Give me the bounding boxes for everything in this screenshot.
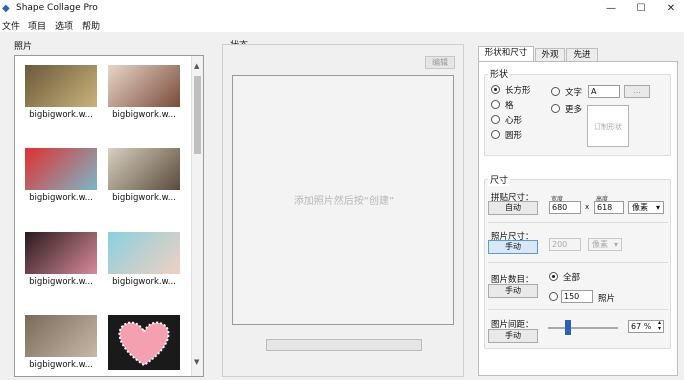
progress-bar bbox=[266, 339, 422, 351]
shape-rectangle-label: 长方形 bbox=[505, 86, 531, 96]
font-browse-button[interactable]: ... bbox=[624, 85, 650, 98]
photo-thumbnail-label: bigbigwork.w... bbox=[29, 360, 93, 370]
edit-button[interactable]: 编辑 bbox=[425, 56, 455, 69]
photo-thumbnail-label: bigbigwork.w... bbox=[29, 110, 93, 120]
spacing-slider-thumb[interactable] bbox=[565, 320, 571, 335]
shape-heart-label: 心形 bbox=[505, 116, 523, 126]
shape-legend: 形状 bbox=[488, 67, 511, 80]
photo-thumbnail[interactable] bbox=[25, 232, 97, 274]
photo-thumbnail-label: bigbigwork.w... bbox=[112, 110, 176, 120]
menu-bar: 文件 项目 选项 帮助 bbox=[0, 18, 684, 32]
menu-help[interactable]: 帮助 bbox=[82, 19, 100, 32]
shape-circle-label: 圆形 bbox=[505, 131, 523, 141]
spin-arrows-icon[interactable]: ▴ ▾ bbox=[658, 320, 661, 332]
width-input[interactable]: 680 bbox=[549, 201, 581, 214]
divider bbox=[488, 222, 668, 223]
photo-thumbnail[interactable] bbox=[108, 315, 180, 370]
shape-text-input[interactable]: A bbox=[588, 85, 620, 98]
shape-text-radio[interactable] bbox=[551, 87, 560, 96]
shape-heart-radio[interactable] bbox=[491, 115, 500, 124]
photo-thumbnail[interactable] bbox=[108, 232, 180, 274]
shape-more-label: 更多 bbox=[565, 105, 583, 115]
photo-thumbnail-label: bigbigwork.w... bbox=[112, 193, 176, 203]
photo-thumbnail-label: bigbigwork.w... bbox=[112, 277, 176, 287]
tab-appearance[interactable]: 外观 bbox=[535, 48, 565, 62]
spacing-value: 67 % bbox=[631, 322, 652, 331]
menu-project[interactable]: 项目 bbox=[28, 19, 46, 32]
count-custom-radio[interactable] bbox=[549, 292, 558, 301]
photo-thumbnail-label: bigbigwork.w... bbox=[29, 193, 93, 203]
collage-canvas[interactable]: 添加照片然后按“创建” bbox=[232, 75, 454, 325]
unit-select[interactable]: 像素 ▾ bbox=[628, 201, 664, 214]
scroll-thumb[interactable] bbox=[194, 76, 201, 154]
photo-size-manual-button[interactable]: 手动 bbox=[488, 240, 538, 254]
canvas-hint: 添加照片然后按“创建” bbox=[293, 196, 395, 207]
photo-unit-value: 像素 bbox=[592, 240, 608, 249]
collage-auto-button[interactable]: 自动 bbox=[488, 201, 538, 215]
tab-shape-size[interactable]: 形状和尺寸 bbox=[478, 46, 534, 62]
count-all-radio[interactable] bbox=[549, 272, 558, 281]
menu-file[interactable]: 文件 bbox=[2, 19, 20, 32]
shape-rectangle-radio[interactable] bbox=[491, 85, 500, 94]
menu-options[interactable]: 选项 bbox=[55, 19, 73, 32]
custom-shape-box[interactable]: 订制形状 bbox=[587, 105, 629, 147]
shape-circle-radio[interactable] bbox=[491, 130, 500, 139]
spacing-slider-track[interactable] bbox=[548, 327, 618, 329]
photo-thumbnail[interactable] bbox=[25, 148, 97, 190]
minimize-button[interactable]: — bbox=[600, 2, 622, 16]
photo-thumbnail[interactable] bbox=[25, 315, 97, 357]
photo-size-input[interactable]: 200 bbox=[549, 238, 581, 251]
photos-label: 照片 bbox=[14, 42, 33, 52]
size-legend: 尺寸 bbox=[488, 173, 511, 186]
close-button[interactable]: ✕ bbox=[660, 2, 682, 16]
shape-grid-radio[interactable] bbox=[491, 100, 500, 109]
app-icon: ◆ bbox=[2, 3, 10, 14]
divider bbox=[488, 309, 668, 310]
photo-thumbnail[interactable] bbox=[108, 65, 180, 107]
photo-thumbnail[interactable] bbox=[108, 148, 180, 190]
spacing-manual-button[interactable]: 手动 bbox=[488, 329, 538, 343]
photo-count-input[interactable]: 150 bbox=[561, 290, 593, 303]
scroll-up-icon[interactable]: ▲ bbox=[194, 62, 199, 70]
title-bar: ◆ Shape Collage Pro — ☐ ✕ bbox=[0, 0, 684, 18]
photo-count-manual-button[interactable]: 手动 bbox=[488, 284, 538, 298]
shape-grid-label: 格 bbox=[505, 101, 514, 111]
window-title: Shape Collage Pro bbox=[16, 3, 98, 13]
photo-list-scrollbar[interactable]: ▲ ▼ bbox=[191, 56, 203, 376]
scroll-down-icon[interactable]: ▼ bbox=[194, 358, 199, 366]
photo-count-unit: 照片 bbox=[598, 294, 616, 304]
times-sign: x bbox=[585, 203, 590, 211]
photo-unit-select[interactable]: 像素 ▾ bbox=[588, 238, 622, 251]
unit-value: 像素 bbox=[632, 203, 648, 212]
tab-advanced[interactable]: 先进 bbox=[566, 48, 598, 62]
chevron-down-icon: ▾ bbox=[613, 240, 618, 249]
maximize-button[interactable]: ☐ bbox=[630, 2, 652, 16]
photo-thumbnail[interactable] bbox=[25, 65, 97, 107]
heart-icon bbox=[118, 321, 170, 367]
height-input[interactable]: 618 bbox=[594, 201, 624, 214]
photo-thumbnail-label: bigbigwork.w... bbox=[29, 277, 93, 287]
count-all-label: 全部 bbox=[563, 273, 581, 283]
spacing-value-input[interactable]: 67 % ▴ ▾ bbox=[628, 320, 664, 333]
chevron-down-icon: ▾ bbox=[655, 203, 660, 212]
divider bbox=[488, 262, 668, 263]
shape-text-label: 文字 bbox=[565, 88, 583, 98]
shape-more-radio[interactable] bbox=[551, 104, 560, 113]
